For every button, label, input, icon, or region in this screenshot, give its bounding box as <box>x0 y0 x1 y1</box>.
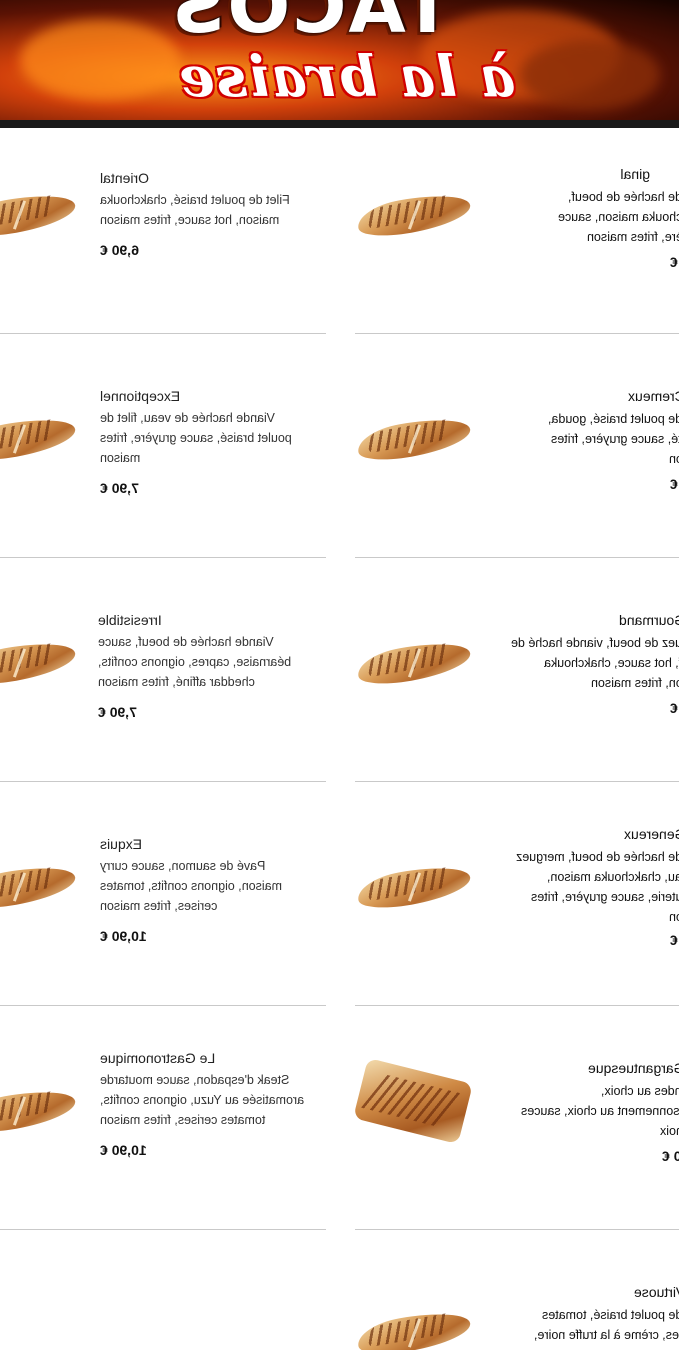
item-name: Gargantuesque <box>588 1060 679 1076</box>
item-name: Virtuose <box>633 1284 679 1300</box>
menu-item-gourmand[interactable]: Gourmand guez de boeuf, viande haché de … <box>480 612 679 722</box>
divider <box>355 557 679 558</box>
flame-decoration <box>20 20 180 100</box>
item-description-line: aisonnement au choix, sauces <box>520 1104 679 1118</box>
tacos-image <box>354 860 474 914</box>
item-price: 0 € <box>669 700 679 716</box>
tacos-image <box>0 412 79 466</box>
item-description-line: yère, frites maison <box>586 230 679 244</box>
item-price: 10,90 € <box>100 1142 147 1158</box>
tacos-image <box>0 188 79 242</box>
item-name: Exquis <box>100 836 143 852</box>
item-description-line: son, frites maison <box>591 676 679 690</box>
item-description-line: kchouka maison, sauce <box>558 210 679 224</box>
item-name: Le Gastronomique <box>100 1050 216 1066</box>
divider <box>0 1229 326 1230</box>
item-description-line: fites, crème à la truffe noire, <box>534 1328 679 1342</box>
tacos-image <box>354 636 474 690</box>
item-description-line: son <box>668 452 679 466</box>
tacos-image <box>354 188 474 242</box>
item-price: 0 € <box>669 254 679 270</box>
item-name: ginal <box>620 166 650 182</box>
flame-decoration <box>520 40 660 110</box>
item-price: 7,90 € <box>100 480 139 496</box>
divider <box>355 1229 679 1230</box>
divider <box>0 1005 326 1006</box>
menu-item-cremeux[interactable]: Cremeux t de poulet braisé, gouda, nté, … <box>480 388 679 498</box>
item-description-line: t de poulet braisé, gouda, <box>547 412 679 426</box>
item-price: 0 € <box>669 476 679 492</box>
item-description: Pavé de saumon, sauce curry maison, oign… <box>100 859 283 913</box>
banner-border <box>0 120 679 128</box>
menu-item-virtuose[interactable]: Virtuose t de poulet braisé, tomates fit… <box>480 1284 679 1350</box>
tacos-image <box>353 1057 473 1145</box>
banner-title: TACOS <box>170 0 453 50</box>
menu-item-exceptionnel[interactable]: Exceptionnel Viande hachée de veau, file… <box>100 388 312 498</box>
item-description: Filet de poulet braisé, chakchouka maiso… <box>100 193 290 227</box>
divider <box>0 333 326 334</box>
item-price: 10,90 € <box>100 928 147 944</box>
item-description-line: andes au choix, <box>601 1084 679 1098</box>
menu-item-genereux[interactable]: Genereux nde hachée de boeuf, merguez ea… <box>480 826 679 956</box>
menu-item-le-gastronomique[interactable]: Le Gastronomique Steak d'espadon, sauce … <box>100 1050 312 1180</box>
item-price: 6,90 € <box>100 242 139 258</box>
divider <box>0 781 326 782</box>
tacos-image <box>0 1084 79 1138</box>
menu-item-original[interactable]: ginal nde hachée de boeuf, kchouka maiso… <box>480 166 679 276</box>
divider <box>0 557 326 558</box>
item-name: Exceptionnel <box>100 388 181 404</box>
item-description: Steak d'espadon, sauce moutarde aromatis… <box>100 1073 305 1127</box>
item-description-line: choix <box>659 1124 679 1138</box>
menu-item-irresistible[interactable]: Irresistible Viande hachée de boeuf, sau… <box>98 612 312 722</box>
divider <box>355 781 679 782</box>
item-description-line: uf, hot sauce, chakchouka <box>543 656 679 670</box>
menu-item-oriental[interactable]: Oriental Filet de poulet braisé, chakcho… <box>100 170 312 270</box>
item-name: Gourmand <box>618 612 679 628</box>
item-description: Viande hachée de boeuf, sauce béarnaise,… <box>98 635 292 689</box>
item-description-line: nté, sauce gruyère, frites <box>551 432 679 446</box>
item-description-line: cuterie, sauce gruyère, frites <box>531 890 679 904</box>
menu-item-gargantuesque[interactable]: Gargantuesque andes au choix, aisonnemen… <box>480 1060 679 1170</box>
menu-item-exquis[interactable]: Exquis Pavé de saumon, sauce curry maiso… <box>100 836 312 946</box>
item-price: 7,90 € <box>98 704 137 720</box>
item-description-line: nde hachée de boeuf, <box>568 190 679 204</box>
item-description: Viande hachée de veau, filet de poulet b… <box>100 411 292 465</box>
divider <box>355 1005 679 1006</box>
item-name: Oriental <box>100 170 150 186</box>
tacos-image <box>0 860 79 914</box>
item-description-line: t de poulet braisé, tomates <box>541 1308 679 1322</box>
tacos-image <box>354 1306 474 1350</box>
item-description-line: nde hachée de boeuf, merguez <box>515 850 679 864</box>
item-name: Genereux <box>623 826 679 842</box>
item-price: 0 € <box>669 932 679 948</box>
item-price: 90 € <box>661 1148 679 1164</box>
tacos-image <box>354 412 474 466</box>
item-description-line: eau, chakchouka maison, <box>547 870 679 884</box>
banner-subtitle: à la braise <box>178 44 516 110</box>
item-description-line: guez de boeuf, viande haché de <box>511 636 679 650</box>
tacos-image <box>0 636 79 690</box>
item-name: Cremeux <box>628 388 679 404</box>
divider <box>355 333 679 334</box>
item-name: Irresistible <box>98 612 162 628</box>
header-banner: TACOS à la braise <box>0 0 679 128</box>
item-description-line: son <box>668 910 679 924</box>
